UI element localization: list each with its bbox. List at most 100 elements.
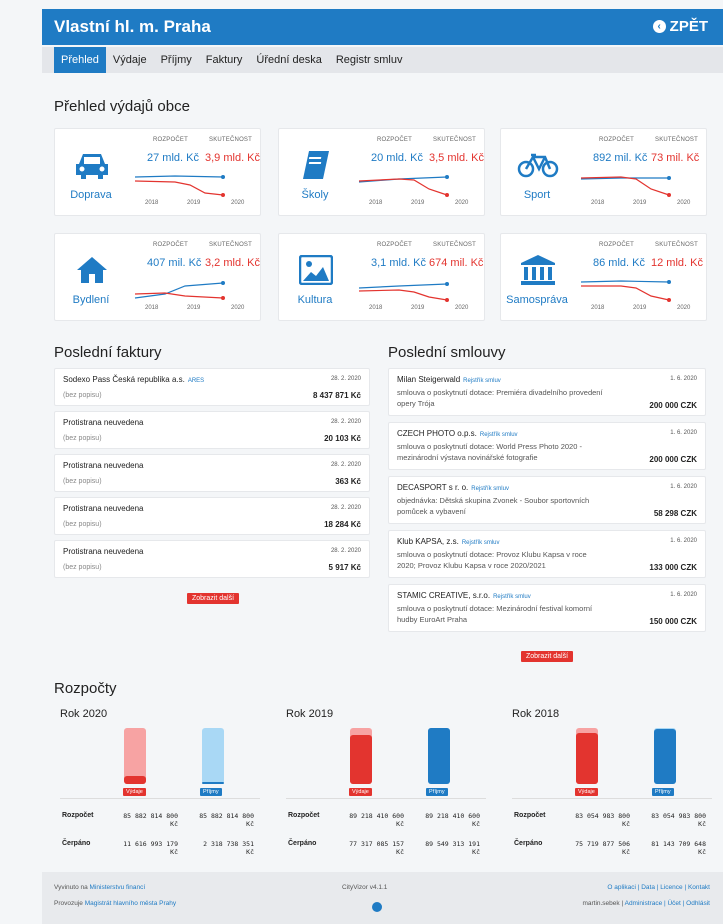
tab-registr-smluv[interactable]: Registr smluv bbox=[329, 47, 410, 73]
image-icon bbox=[291, 250, 341, 290]
category-card[interactable]: Doprava ROZPOČET SKUTEČNOST 27 mld. Kč 3,9 m… bbox=[54, 128, 261, 216]
trend-sparkline bbox=[134, 175, 225, 197]
invoice-amount: 20 103 Kč bbox=[324, 434, 361, 443]
invoice-party: Protistrana neuvedena bbox=[63, 461, 144, 470]
invoices-title: Poslední faktury bbox=[54, 344, 162, 361]
tab-bar: Přehled Výdaje Příjmy Faktury Úřední des… bbox=[42, 47, 723, 73]
contract-amount: 200 000 CZK bbox=[649, 401, 697, 410]
expense-label: Výdaje bbox=[575, 788, 598, 796]
category-card[interactable]: Sport ROZPOČET SKUTEČNOST 892 mil. Kč 73 mil… bbox=[500, 128, 707, 216]
invoice-item[interactable]: Protistrana neuvedena 28. 2. 2020 (bez pop… bbox=[54, 411, 370, 449]
invoice-party: Sodexo Pass Česká republika a.s. ARES bbox=[63, 375, 205, 384]
trend-endpoint bbox=[667, 176, 671, 180]
budget-row-label: Čerpáno bbox=[62, 840, 91, 847]
contract-item[interactable]: STAMIC CREATIVE, s.r.o. Rejstřík smluv 1. … bbox=[388, 584, 706, 632]
invoices-more-button[interactable]: Zobrazit další bbox=[187, 593, 240, 604]
contract-party: Klub KAPSA, z.s. Rejstřík smluv bbox=[397, 537, 500, 546]
category-card[interactable]: Samospráva ROZPOČET SKUTEČNOST 86 mld. Kč 12… bbox=[500, 233, 707, 321]
budget-label: ROZPOČET bbox=[599, 137, 634, 143]
budget-row: Čerpáno 11 616 993 179 Kč 2 318 738 351 Kč bbox=[62, 840, 272, 862]
income-amount: 2 318 738 351 Kč bbox=[203, 840, 254, 856]
year-label: 2018 bbox=[145, 200, 159, 206]
invoice-description: (bez popisu) bbox=[63, 521, 102, 528]
invoice-description: (bez popisu) bbox=[63, 478, 102, 485]
trend-endpoint bbox=[221, 193, 225, 197]
house-icon bbox=[67, 250, 117, 290]
tab-uredni-deska[interactable]: Úřední deska bbox=[249, 47, 328, 73]
budget-value: 27 mld. Kč bbox=[147, 152, 199, 164]
year-label: 2018 bbox=[591, 200, 605, 206]
actual-label: SKUTEČNOST bbox=[209, 137, 253, 143]
registry-link[interactable]: Rejstřík smluv bbox=[480, 432, 518, 438]
budget-label: ROZPOČET bbox=[377, 242, 412, 248]
tab-prijmy[interactable]: Příjmy bbox=[154, 47, 199, 73]
trend-endpoint bbox=[667, 280, 671, 284]
actual-trend-line bbox=[581, 285, 670, 301]
income-label: Příjmy bbox=[200, 788, 222, 796]
budget-value: 3,1 mld. Kč bbox=[371, 257, 427, 269]
budget-trend-line bbox=[134, 282, 224, 299]
trend-endpoint bbox=[667, 193, 671, 197]
back-button[interactable]: ‹ ZPĚT bbox=[652, 18, 708, 35]
expense-amount: 11 616 993 179 Kč bbox=[123, 840, 178, 856]
tab-vydaje[interactable]: Výdaje bbox=[106, 47, 154, 73]
invoice-amount: 8 437 871 Kč bbox=[312, 391, 361, 400]
income-bar-spent bbox=[654, 729, 676, 784]
back-label: ZPĚT bbox=[669, 18, 708, 35]
contract-item[interactable]: CZECH PHOTO o.p.s. Rejstřík smluv 1. 6. 20… bbox=[388, 422, 706, 470]
actual-value: 3,9 mld. Kč bbox=[205, 152, 261, 164]
registry-link[interactable]: Rejstřík smluv bbox=[462, 540, 500, 546]
footer-links[interactable]: O aplikaci | Data | Licence | Kontakt bbox=[607, 884, 710, 891]
tab-prehled[interactable]: Přehled bbox=[54, 47, 106, 73]
user-links[interactable]: Administrace | Účet | Odhlásit bbox=[625, 900, 710, 907]
budgets-title: Rozpočty bbox=[54, 680, 117, 697]
registry-link[interactable]: Rejstřík smluv bbox=[493, 594, 531, 600]
contract-item[interactable]: DECASPORT s r. o. Rejstřík smluv 1. 6. 202… bbox=[388, 476, 706, 524]
year-label: 2020 bbox=[455, 305, 469, 311]
trend-sparkline bbox=[580, 280, 671, 302]
actual-trend-line bbox=[134, 292, 224, 299]
footer-user: martin.sebek | Administrace | Účet | Odh… bbox=[582, 900, 710, 907]
book-icon bbox=[291, 145, 341, 185]
contract-item[interactable]: Klub KAPSA, z.s. Rejstřík smluv 1. 6. 2020… bbox=[388, 530, 706, 578]
invoice-description: (bez popisu) bbox=[63, 392, 102, 399]
ministry-link[interactable]: Ministerstvu financí bbox=[90, 884, 146, 891]
category-card[interactable]: Kultura ROZPOČET SKUTEČNOST 3,1 mld. Kč 674 … bbox=[278, 233, 485, 321]
expense-bar-spent bbox=[124, 776, 146, 784]
budget-row: Čerpáno 75 719 877 506 Kč 81 143 709 648 Kč bbox=[514, 840, 723, 862]
invoice-date: 28. 2. 2020 bbox=[330, 505, 361, 511]
github-icon[interactable] bbox=[372, 902, 382, 912]
invoice-item[interactable]: Protistrana neuvedena 28. 2. 2020 (bez pop… bbox=[54, 497, 370, 535]
budget-row-label: Čerpáno bbox=[288, 840, 317, 847]
magistrate-link[interactable]: Magistrát hlavního města Prahy bbox=[85, 900, 176, 907]
ares-link[interactable]: ARES bbox=[188, 378, 204, 384]
invoice-description: (bez popisu) bbox=[63, 564, 102, 571]
category-card[interactable]: Školy ROZPOČET SKUTEČNOST 20 mld. Kč 3,5 mld… bbox=[278, 128, 485, 216]
category-card[interactable]: Bydlení ROZPOČET SKUTEČNOST 407 mil. Kč 3,2 … bbox=[54, 233, 261, 321]
actual-value: 3,5 mld. Kč bbox=[429, 152, 485, 164]
contract-date: 1. 6. 2020 bbox=[670, 376, 697, 382]
actual-value: 12 mld. Kč bbox=[651, 257, 703, 269]
budget-axis-line bbox=[512, 798, 712, 799]
invoice-item[interactable]: Protistrana neuvedena 28. 2. 2020 (bez pop… bbox=[54, 454, 370, 492]
tab-faktury[interactable]: Faktury bbox=[199, 47, 250, 73]
registry-link[interactable]: Rejstřík smluv bbox=[463, 378, 501, 384]
invoice-item[interactable]: Sodexo Pass Česká republika a.s. ARES 28. … bbox=[54, 368, 370, 406]
year-label: 2018 bbox=[145, 305, 159, 311]
actual-label: SKUTEČNOST bbox=[433, 242, 477, 248]
budget-year-title: Rok 2020 bbox=[60, 708, 108, 720]
budget-year-title: Rok 2018 bbox=[512, 708, 560, 720]
category-name: Školy bbox=[301, 189, 329, 201]
category-name: Doprava bbox=[70, 189, 112, 201]
year-label: 2020 bbox=[231, 200, 245, 206]
contract-item[interactable]: Milan Steigerwald Rejstřík smluv 1. 6. 202… bbox=[388, 368, 706, 416]
trend-sparkline bbox=[358, 282, 449, 302]
invoice-item[interactable]: Protistrana neuvedena 28. 2. 2020 (bez pop… bbox=[54, 540, 370, 578]
budget-trend-line bbox=[358, 283, 448, 289]
actual-label: SKUTEČNOST bbox=[209, 242, 253, 248]
year-label: 2019 bbox=[633, 305, 647, 311]
expense-bar-spent bbox=[576, 733, 598, 784]
year-label: 2020 bbox=[677, 305, 691, 311]
contracts-more-button[interactable]: Zobrazit další bbox=[521, 651, 574, 662]
registry-link[interactable]: Rejstřík smluv bbox=[471, 486, 509, 492]
